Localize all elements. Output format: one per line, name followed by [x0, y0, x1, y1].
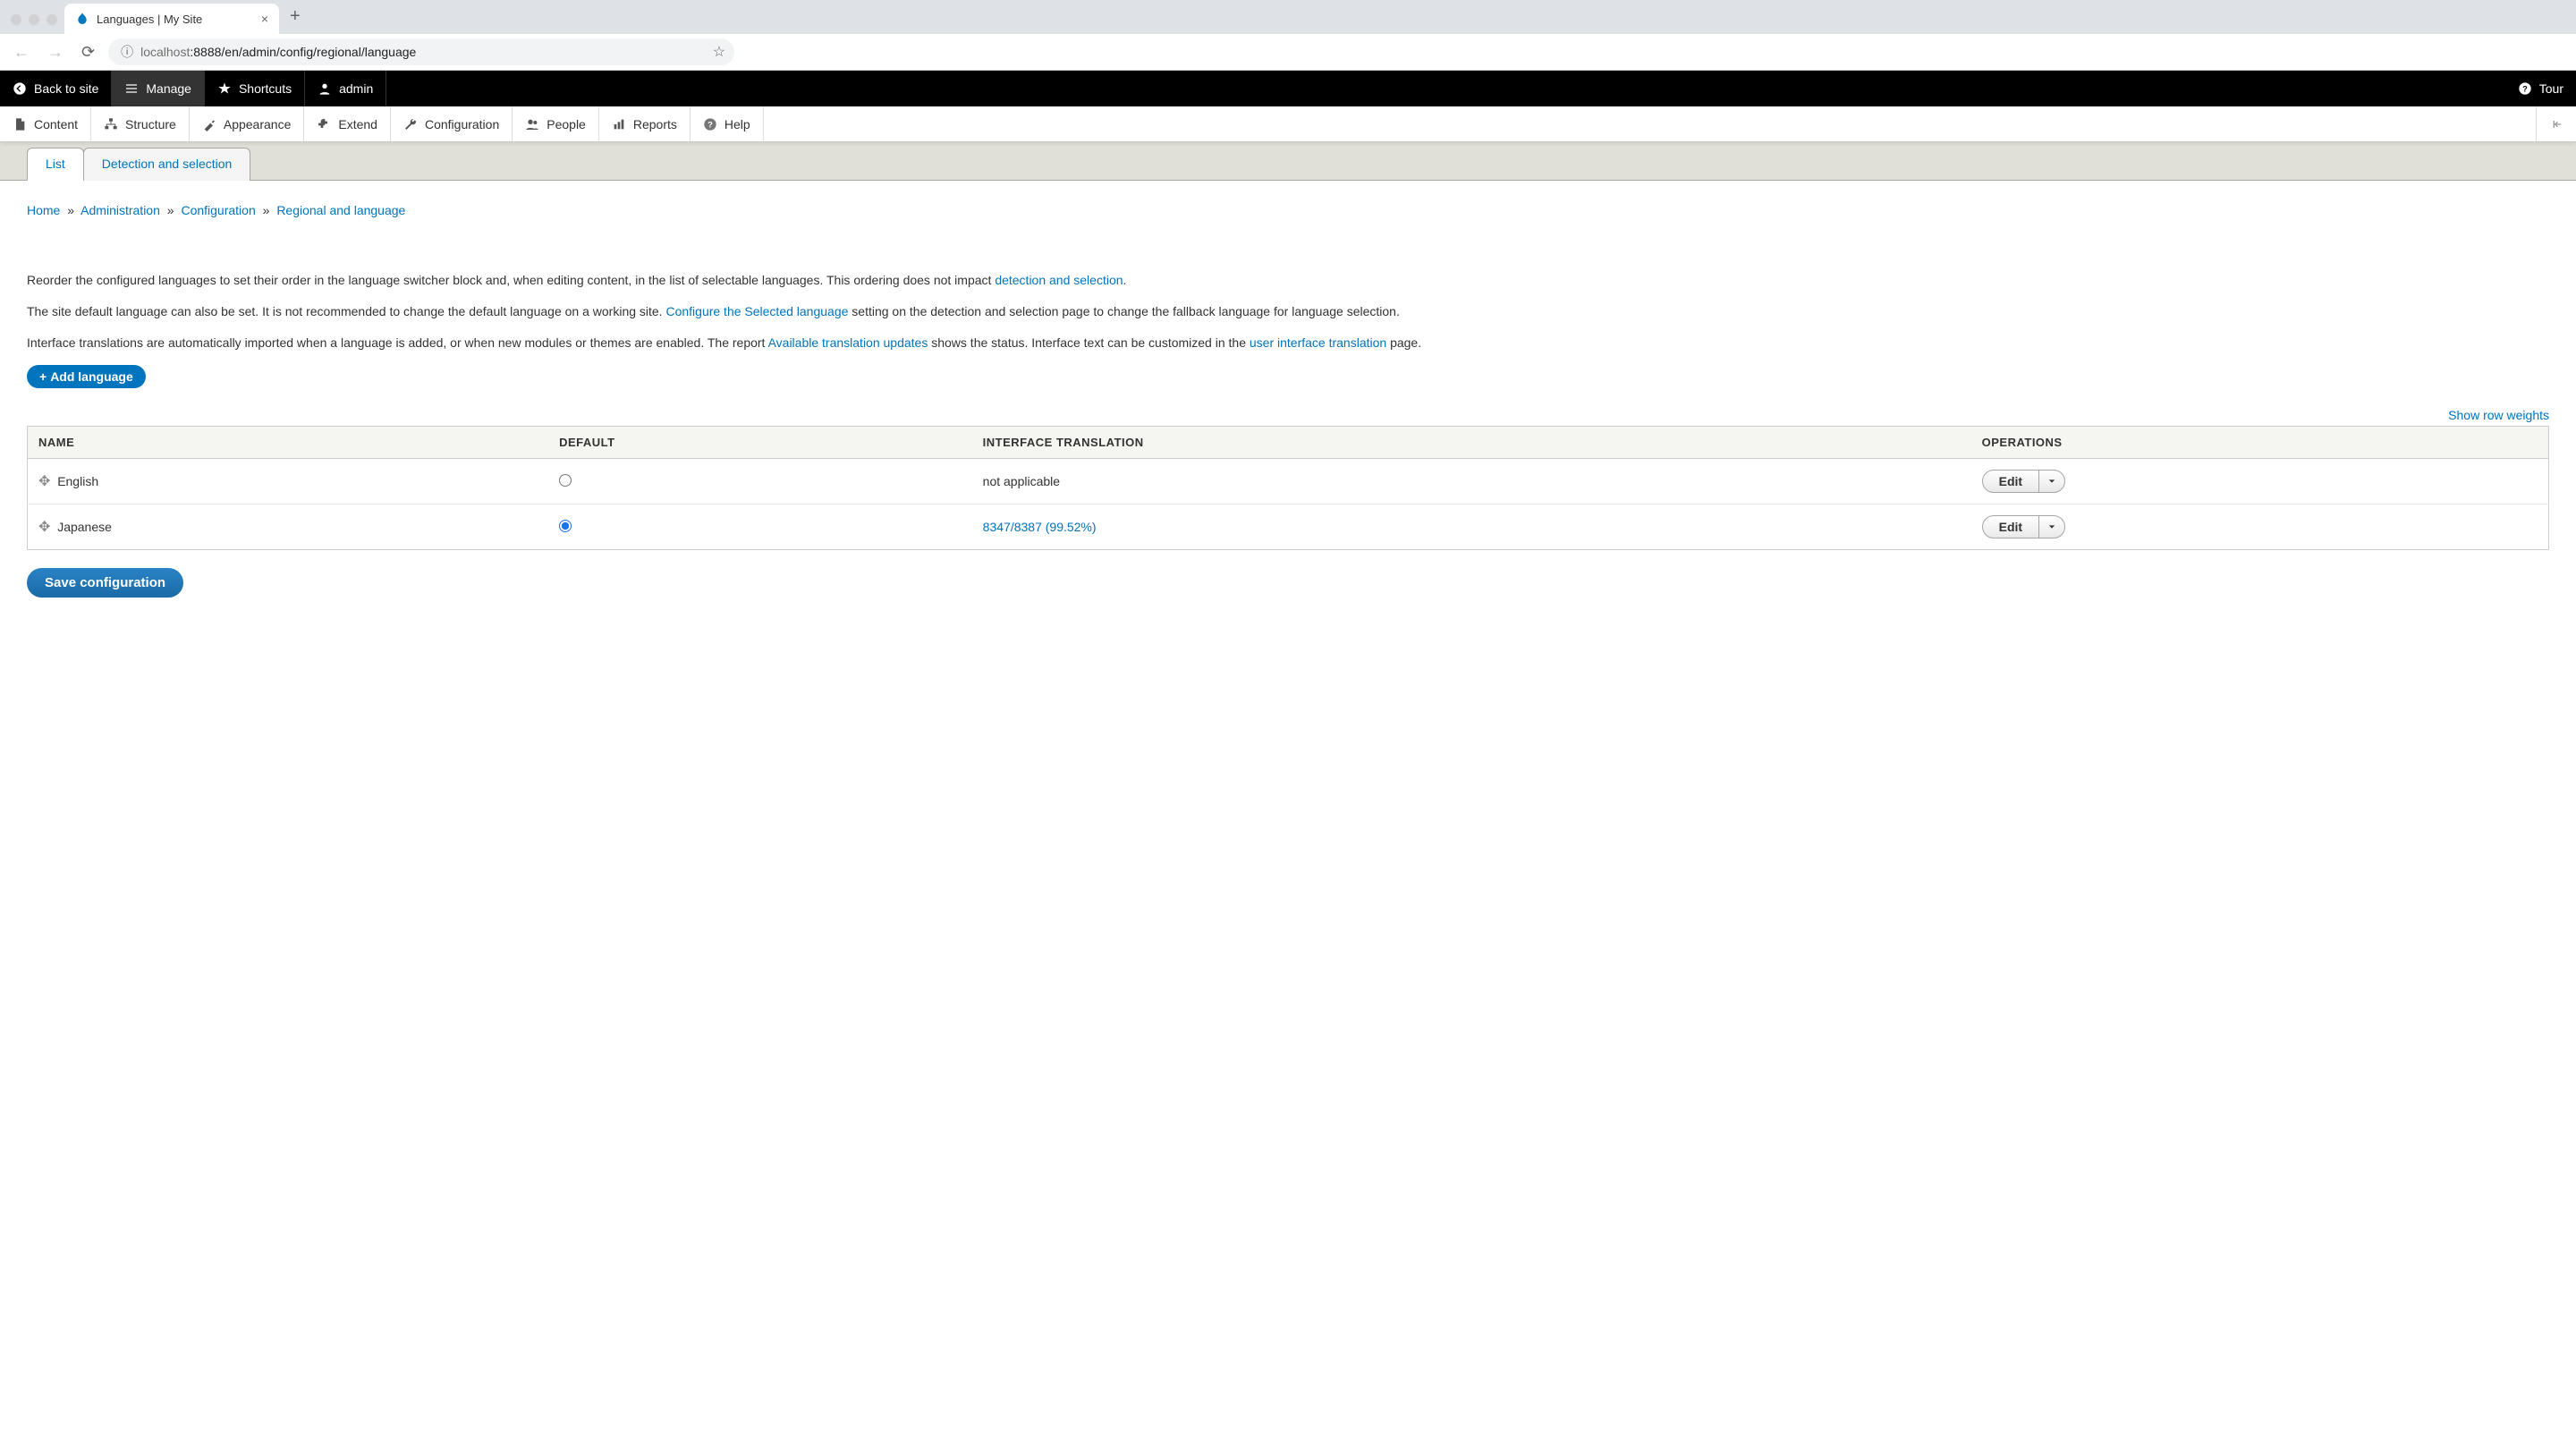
link-ui-translation[interactable]: user interface translation	[1250, 335, 1386, 350]
default-language-radio[interactable]	[559, 520, 572, 532]
wrench-icon	[403, 117, 418, 131]
th-operations: OPERATIONS	[1971, 427, 2549, 459]
user-icon	[318, 81, 332, 96]
link-translation-updates[interactable]: Available translation updates	[768, 335, 928, 350]
edit-button[interactable]: Edit	[1983, 516, 2039, 538]
admin-menu-configuration[interactable]: Configuration	[391, 106, 513, 141]
table-row: ✥ English not applicable Edit	[28, 459, 2549, 505]
edit-button[interactable]: Edit	[1983, 471, 2039, 492]
breadcrumb-configuration[interactable]: Configuration	[181, 203, 255, 217]
link-detection-selection[interactable]: detection and selection	[995, 273, 1123, 287]
structure-icon	[104, 117, 118, 131]
table-row: ✥ Japanese 8347/8387 (99.52%) Edit	[28, 505, 2549, 550]
language-name: Japanese	[57, 520, 112, 534]
new-tab-button[interactable]: +	[290, 6, 301, 27]
breadcrumb-administration[interactable]: Administration	[80, 203, 160, 217]
operations-dropbutton: Edit	[1982, 515, 2065, 538]
back-arrow-icon	[13, 81, 27, 96]
appearance-icon	[202, 117, 216, 131]
drag-handle-icon[interactable]: ✥	[38, 520, 50, 535]
admin-menu-people[interactable]: People	[513, 106, 599, 141]
language-name: English	[57, 474, 98, 488]
plus-icon: +	[39, 369, 47, 384]
svg-text:?: ?	[2522, 84, 2528, 93]
browser-tab[interactable]: Languages | My Site ×	[64, 4, 279, 34]
admin-menu-appearance[interactable]: Appearance	[190, 106, 305, 141]
tour-label: Tour	[2539, 81, 2563, 96]
user-label: admin	[339, 81, 373, 96]
link-configure-selected[interactable]: Configure the Selected language	[665, 304, 848, 318]
hamburger-icon	[124, 81, 139, 96]
back-to-site-button[interactable]: Back to site	[0, 71, 112, 106]
add-language-button[interactable]: +Add language	[27, 365, 146, 388]
drupal-toolbar: Back to site Manage Shortcuts admin ? To…	[0, 71, 2576, 106]
drag-handle-icon[interactable]: ✥	[38, 474, 50, 489]
admin-menu-content[interactable]: Content	[0, 106, 91, 141]
back-to-site-label: Back to site	[34, 81, 98, 96]
tab-detection[interactable]: Detection and selection	[83, 148, 251, 181]
nav-forward-icon: →	[43, 43, 68, 62]
show-row-weights-link[interactable]: Show row weights	[2448, 408, 2549, 422]
dropbutton-toggle[interactable]	[2039, 516, 2064, 538]
people-icon	[525, 117, 539, 131]
shortcuts-button[interactable]: Shortcuts	[205, 71, 305, 106]
address-bar[interactable]: ⓘ localhost:8888/en/admin/config/regiona…	[108, 38, 734, 65]
help-circle-icon: ?	[703, 117, 717, 131]
page-content: Home » Administration » Configuration » …	[0, 181, 2576, 624]
admin-menu-structure[interactable]: Structure	[91, 106, 190, 141]
manage-button[interactable]: Manage	[112, 71, 205, 106]
local-tabs: List Detection and selection	[0, 142, 2576, 181]
th-interface: INTERFACE TRANSLATION	[972, 427, 1971, 459]
reports-icon	[612, 117, 626, 131]
bookmark-star-icon[interactable]: ☆	[713, 43, 725, 61]
breadcrumb-home[interactable]: Home	[27, 203, 60, 217]
tab-list[interactable]: List	[27, 148, 84, 181]
breadcrumb-regional[interactable]: Regional and language	[276, 203, 405, 217]
traffic-light-minimize[interactable]	[29, 14, 39, 25]
description-block: Reorder the configured languages to set …	[27, 271, 2549, 352]
admin-menu-help[interactable]: ? Help	[691, 106, 764, 141]
content-icon	[13, 117, 27, 131]
collapse-icon	[2549, 117, 2563, 131]
chevron-down-icon	[2048, 523, 2055, 530]
interface-translation-text: not applicable	[983, 474, 1060, 488]
user-button[interactable]: admin	[305, 71, 386, 106]
admin-menu-extend[interactable]: Extend	[304, 106, 391, 141]
save-configuration-button[interactable]: Save configuration	[27, 568, 183, 598]
drupal-favicon-icon	[75, 12, 89, 26]
window-controls	[11, 14, 57, 25]
tour-button[interactable]: ? Tour	[2505, 71, 2576, 106]
breadcrumb: Home » Administration » Configuration » …	[27, 203, 2549, 217]
admin-menu: Content Structure Appearance Extend Conf…	[0, 106, 2576, 142]
browser-chrome: Languages | My Site × + ← → ⟳ ⓘ localhos…	[0, 0, 2576, 71]
star-icon	[217, 81, 232, 96]
svg-text:?: ?	[708, 120, 713, 129]
nav-reload-icon[interactable]: ⟳	[77, 43, 99, 62]
th-default: DEFAULT	[548, 427, 972, 459]
traffic-light-zoom[interactable]	[47, 14, 57, 25]
th-name: NAME	[28, 427, 549, 459]
extend-icon	[317, 117, 331, 131]
manage-label: Manage	[146, 81, 191, 96]
default-language-radio[interactable]	[559, 474, 572, 487]
tab-title: Languages | My Site	[97, 13, 254, 26]
site-info-icon[interactable]: ⓘ	[121, 43, 133, 61]
traffic-light-close[interactable]	[11, 14, 21, 25]
interface-translation-link[interactable]: 8347/8387 (99.52%)	[983, 520, 1097, 534]
operations-dropbutton: Edit	[1982, 470, 2065, 493]
dropbutton-toggle[interactable]	[2039, 471, 2064, 492]
url-text: localhost:8888/en/admin/config/regional/…	[140, 45, 416, 59]
close-tab-icon[interactable]: ×	[261, 12, 268, 26]
admin-menu-collapse[interactable]	[2536, 106, 2576, 141]
admin-menu-reports[interactable]: Reports	[599, 106, 691, 141]
chevron-down-icon	[2048, 478, 2055, 485]
languages-table: NAME DEFAULT INTERFACE TRANSLATION OPERA…	[27, 426, 2549, 550]
nav-back-icon[interactable]: ←	[9, 43, 34, 62]
help-icon: ?	[2518, 81, 2532, 96]
shortcuts-label: Shortcuts	[239, 81, 292, 96]
